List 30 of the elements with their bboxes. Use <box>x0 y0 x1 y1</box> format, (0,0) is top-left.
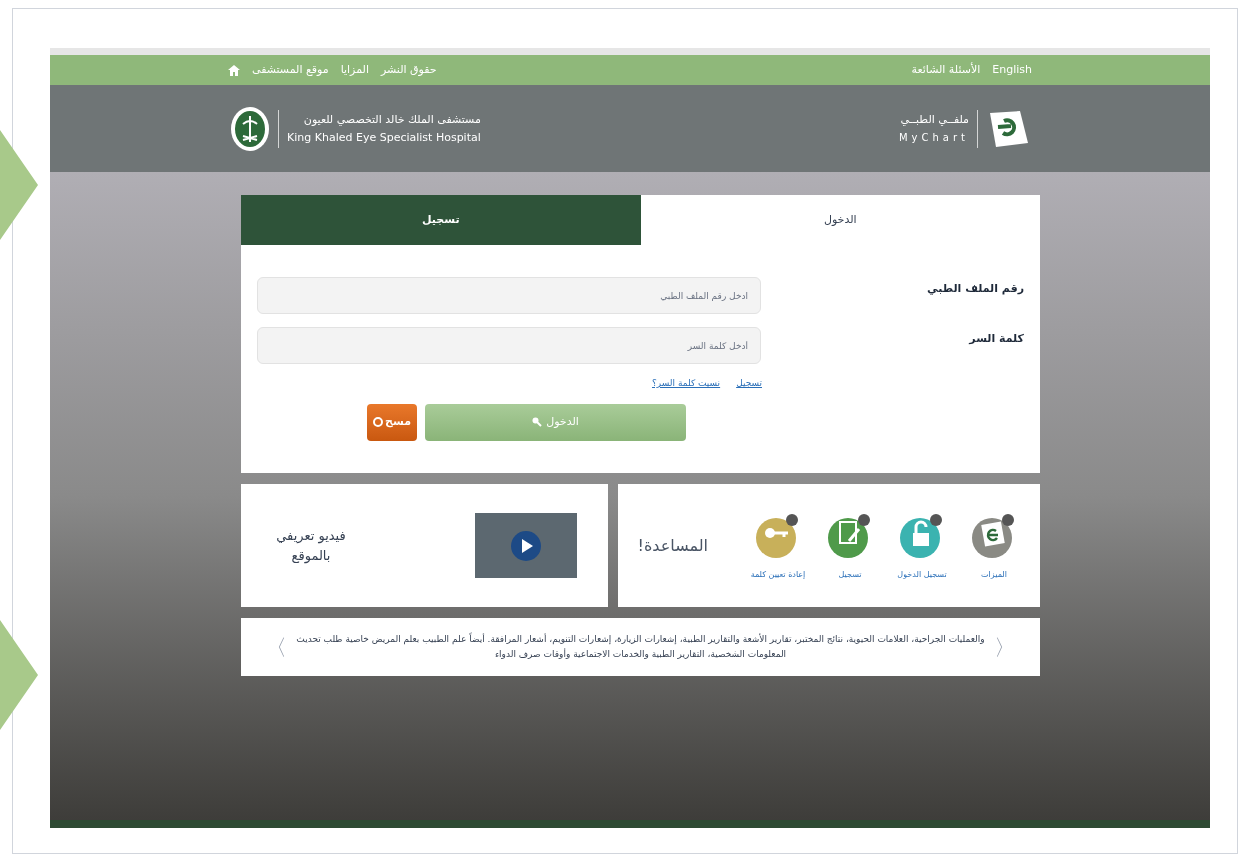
help-link[interactable]: إعادة تعيين كلمة <box>750 568 806 581</box>
nav-link[interactable]: موقع المستشفى <box>252 61 329 79</box>
help-link[interactable]: الميزات <box>981 568 1007 581</box>
link[interactable]: تسجيل <box>736 377 762 391</box>
link[interactable]: نسيت كلمة السر؟ <box>652 377 721 391</box>
key-icon <box>532 417 543 427</box>
hospital-name: مستشفى الملك خالد التخصصي للعيون <box>302 111 481 128</box>
login-button[interactable]: الدخول <box>425 403 686 441</box>
nav-link[interactable]: English <box>992 61 1032 79</box>
clear-button[interactable]: مسح <box>367 403 417 441</box>
tab[interactable]: تسجيل <box>241 195 641 245</box>
nav-link[interactable]: المزايا <box>340 61 369 79</box>
video-title: فيديو تعريفي بالموقع <box>275 527 347 565</box>
video-thumbnail[interactable] <box>474 513 577 578</box>
features-text: والعمليات الجراحية، العلامات الحيوية، نتائج المختبر، تقارير الأشعة والتقارير الطبية، إشعارات الزيارة، إشعارات التنويم، أشعار المرافقة. أيضاً علم الطبيب بعلم المريض خاصية طلب تحديث المعلومات الشخصية، التقارير الطبية والخدمات الاجتماعية وأوقات صرف الدواء <box>295 632 986 661</box>
next-button[interactable]: 〉 <box>265 630 287 664</box>
field-label: كلمة السر <box>967 331 1024 348</box>
previous-button[interactable]: 〈 <box>994 630 1016 664</box>
hospital-name-english: King Khaled Eye Specialist Hospital <box>287 129 481 146</box>
help-link[interactable]: تسجيل <box>838 568 862 581</box>
play-icon <box>510 530 541 561</box>
app-name-english: MyChart <box>898 130 969 145</box>
field-label: رقم الملف الطبي <box>926 281 1024 298</box>
emblem-logo-icon <box>230 105 270 152</box>
nav-link[interactable]: حقوق النشر <box>380 61 437 79</box>
app-name: ملفــي الطبــي <box>900 111 969 128</box>
nav-link[interactable]: الأسئلة الشائعة <box>911 61 981 79</box>
help-link[interactable]: تسجيل الدخول <box>897 568 947 581</box>
input-field[interactable]: ادخل رقم الملف الطبي <box>257 277 761 314</box>
help-title: المساعدة! <box>637 534 708 557</box>
